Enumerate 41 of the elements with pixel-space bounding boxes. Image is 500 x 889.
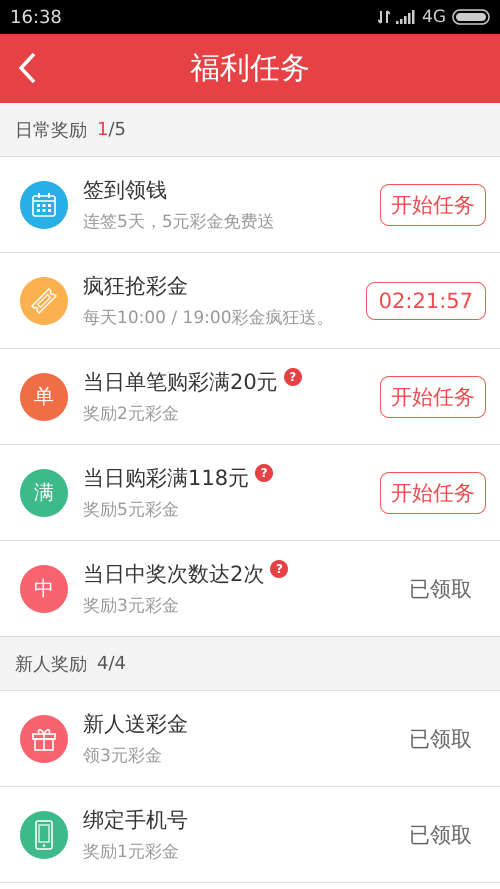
claimed-status: 已领取 <box>409 822 473 848</box>
icon-character: 满 <box>34 479 54 506</box>
start-task-button[interactable]: 开始任务 <box>380 184 486 226</box>
data-transfer-icon <box>378 10 390 24</box>
claimed-status: 已领取 <box>409 576 473 602</box>
task-title: 绑定手机号 <box>83 807 188 834</box>
task-title: 新人送彩金 <box>83 711 188 738</box>
task-title: 当日购彩满118元 <box>83 465 250 492</box>
help-icon[interactable]: ? <box>284 368 302 386</box>
task-description: 奖励5元彩金 <box>83 499 180 521</box>
task-title: 疯狂抢彩金 <box>83 273 188 300</box>
status-time: 16:38 <box>10 6 62 28</box>
battery-icon <box>452 9 490 25</box>
ticket-icon <box>29 286 59 316</box>
calendar-icon <box>31 192 57 218</box>
task-description: 奖励3元彩金 <box>83 595 180 617</box>
section-count: 1/5 <box>97 119 126 140</box>
phone-icon <box>34 820 54 850</box>
back-icon[interactable] <box>18 52 36 84</box>
network-type: 4G <box>422 7 446 27</box>
task-title: 签到领钱 <box>83 177 167 204</box>
section-title: 新人奖励 <box>15 652 87 676</box>
section-title: 日常奖励 <box>15 118 87 142</box>
start-task-button[interactable]: 开始任务 <box>380 376 486 418</box>
task-description: 连签5天，5元彩金免费送 <box>83 211 276 233</box>
task-description: 奖励2元彩金 <box>83 403 180 425</box>
task-title: 当日单笔购彩满20元 <box>83 369 278 396</box>
task-description: 每天10:00 / 19:00彩金疯狂送。 <box>83 307 335 329</box>
help-icon[interactable]: ? <box>270 560 288 578</box>
page-title: 福利任务 <box>190 50 310 88</box>
section-count: 4/4 <box>97 653 126 674</box>
countdown-timer: 02:21:57 <box>366 282 486 320</box>
signal-icon <box>396 10 416 24</box>
help-icon[interactable]: ? <box>255 464 274 482</box>
icon-character: 单 <box>34 383 54 410</box>
start-task-button[interactable]: 开始任务 <box>380 472 486 514</box>
task-title: 当日中奖次数达2次 <box>83 561 264 588</box>
task-description: 领3元彩金 <box>83 745 163 767</box>
icon-character: 中 <box>34 575 54 602</box>
claimed-status: 已领取 <box>409 726 473 752</box>
task-description: 奖励1元彩金 <box>83 841 180 863</box>
